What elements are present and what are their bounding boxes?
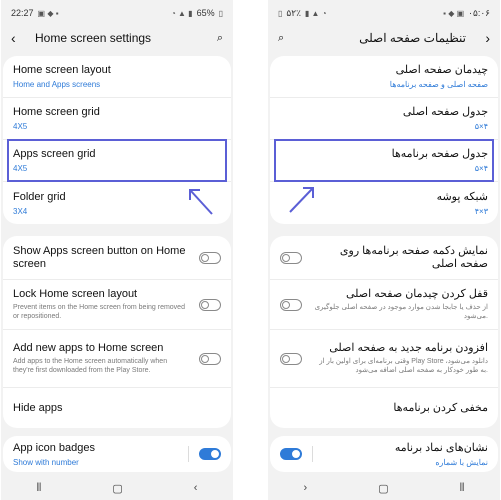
toggle-switch[interactable] <box>199 251 221 264</box>
status-bar: ▯ ۵۲٪ ▮ ▲ ◔ ▪ ◆ ▣ ۰۵:۰۶ <box>268 0 500 26</box>
phone-english: 22:27 ▣ ◆ ▪ ◔ ▲ ▮ 65% ▯ ‹ Home screen se… <box>1 0 233 500</box>
navigation-bar: ⦀ ▢ ‹ <box>1 476 233 500</box>
back-icon[interactable]: ‹ <box>194 482 198 494</box>
toggles-card: نمایش دکمه صفحه برنامه‌ها روی صفحه اصلی … <box>270 236 498 428</box>
battery-icon: ▯ <box>218 8 223 18</box>
divider <box>312 446 313 462</box>
notification-icons: ▪ ◆ ▣ <box>443 8 465 18</box>
app-icon-badges-item[interactable]: App icon badges Show with number <box>3 436 231 472</box>
signal-icons: ◔ ▲ ▮ <box>170 8 193 18</box>
item-description: وقتی برنامه‌ای برای اولین بار از Play St… <box>319 358 488 374</box>
phone-persian: ▯ ۵۲٪ ▮ ▲ ◔ ▪ ◆ ▣ ۰۵:۰۶ ⌕ تنظیمات صفحه ا… <box>268 0 500 500</box>
toggle-switch[interactable] <box>199 448 221 460</box>
toggles-card: Show Apps screen button on Home screen L… <box>3 236 231 428</box>
search-icon[interactable]: ⌕ <box>217 32 223 45</box>
home-screen-grid-item[interactable]: جدول صفحه اصلی ۵×۴ <box>270 98 498 140</box>
item-value: Home and Apps screens <box>13 80 101 89</box>
pointer-arrow-icon <box>289 187 314 213</box>
home-icon[interactable]: ▢ <box>112 482 122 495</box>
divider <box>188 446 189 462</box>
lock-layout-toggle-item[interactable]: قفل کردن چیدمان صفحه اصلی از حذف یا جابج… <box>270 280 498 330</box>
add-new-apps-toggle-item[interactable]: Add new apps to Home screen Add apps to … <box>3 330 231 388</box>
toggle-switch[interactable] <box>280 251 302 264</box>
signal-icons: ▮ ▲ ◔ <box>304 8 327 18</box>
item-value: ۵×۴ <box>474 122 488 131</box>
item-label: App icon badges <box>13 441 95 454</box>
add-new-apps-toggle-item[interactable]: افزودن برنامه جدید به صفحه اصلی وقتی برن… <box>270 330 498 388</box>
item-label: Lock Home screen layout <box>13 288 138 300</box>
app-bar: ‹ Home screen settings ⌕ <box>1 26 233 50</box>
toggle-switch[interactable] <box>280 298 302 311</box>
toggle-switch[interactable] <box>199 352 221 365</box>
battery-icon: ▯ <box>278 8 283 18</box>
navigation-bar: › ▢ ⦀ <box>268 476 500 500</box>
item-value: 4X5 <box>13 122 28 131</box>
status-bar: 22:27 ▣ ◆ ▪ ◔ ▲ ▮ 65% ▯ <box>1 0 233 26</box>
item-label: Hide apps <box>13 401 63 414</box>
item-description: Prevent items on the Home screen from be… <box>13 304 185 320</box>
page-title: Home screen settings <box>35 31 152 45</box>
item-label: Home screen grid <box>13 106 100 118</box>
item-label: مخفی کردن برنامه‌ها <box>393 401 488 414</box>
toggle-switch[interactable] <box>280 352 302 365</box>
badges-card: نشان‌های نماد برنامه نمایش با شماره <box>270 436 498 472</box>
recents-icon[interactable]: ⦀ <box>37 482 42 495</box>
highlight-box <box>7 139 227 182</box>
home-screen-layout-item[interactable]: چیدمان صفحه اصلی صفحه اصلی و صفحه برنامه… <box>270 56 498 98</box>
lock-layout-toggle-item[interactable]: Lock Home screen layout Prevent items on… <box>3 280 231 330</box>
badges-card: App icon badges Show with number <box>3 436 231 472</box>
back-icon[interactable]: › <box>304 482 308 494</box>
toggle-switch[interactable] <box>280 448 302 460</box>
home-screen-layout-item[interactable]: Home screen layout Home and Apps screens <box>3 56 231 98</box>
item-label: نشان‌های نماد برنامه <box>394 441 488 454</box>
item-value: نمایش با شماره <box>435 457 488 467</box>
item-description: از حذف یا جابجا شدن موارد موجود در صفحه … <box>314 304 488 320</box>
show-apps-button-toggle-item[interactable]: Show Apps screen button on Home screen <box>3 236 231 280</box>
app-icon-badges-item[interactable]: نشان‌های نماد برنامه نمایش با شماره <box>270 436 498 472</box>
item-label: چیدمان صفحه اصلی <box>395 64 488 76</box>
back-arrow-icon[interactable]: ‹ <box>11 30 29 46</box>
app-bar: ⌕ تنظیمات صفحه اصلی › <box>268 26 500 50</box>
notification-icons: ▣ ◆ ▪ <box>37 8 59 18</box>
show-apps-button-toggle-item[interactable]: نمایش دکمه صفحه برنامه‌ها روی صفحه اصلی <box>270 236 498 280</box>
status-time: ۰۵:۰۶ <box>468 7 490 18</box>
item-description: Add apps to the Home screen automaticall… <box>13 358 168 374</box>
back-arrow-icon[interactable]: › <box>472 30 490 46</box>
item-label: Show Apps screen button on Home screen <box>13 244 186 270</box>
item-value: صفحه اصلی و صفحه برنامه‌ها <box>389 80 488 89</box>
pointer-arrow-icon <box>189 189 213 215</box>
page-title: تنظیمات صفحه اصلی <box>359 31 466 45</box>
status-time: 22:27 <box>11 8 34 18</box>
hide-apps-item[interactable]: مخفی کردن برنامه‌ها <box>270 388 498 428</box>
item-label: Home screen layout <box>13 64 111 76</box>
item-value: Show with number <box>13 457 79 467</box>
home-screen-grid-item[interactable]: Home screen grid 4X5 <box>3 98 231 140</box>
hide-apps-item[interactable]: Hide apps <box>3 388 231 428</box>
status-battery: 65% <box>196 8 215 18</box>
item-label: نمایش دکمه صفحه برنامه‌ها روی صفحه اصلی <box>339 244 488 270</box>
recents-icon[interactable]: ⦀ <box>460 482 465 495</box>
home-icon[interactable]: ▢ <box>378 482 388 495</box>
item-label: قفل کردن چیدمان صفحه اصلی <box>346 288 488 300</box>
item-label: جدول صفحه اصلی <box>402 106 488 118</box>
item-label: Add new apps to Home screen <box>13 342 164 354</box>
highlight-box <box>274 139 494 182</box>
status-battery: ۵۲٪ <box>286 7 301 18</box>
item-label: افزودن برنامه جدید به صفحه اصلی <box>329 342 488 354</box>
toggle-switch[interactable] <box>199 298 221 311</box>
